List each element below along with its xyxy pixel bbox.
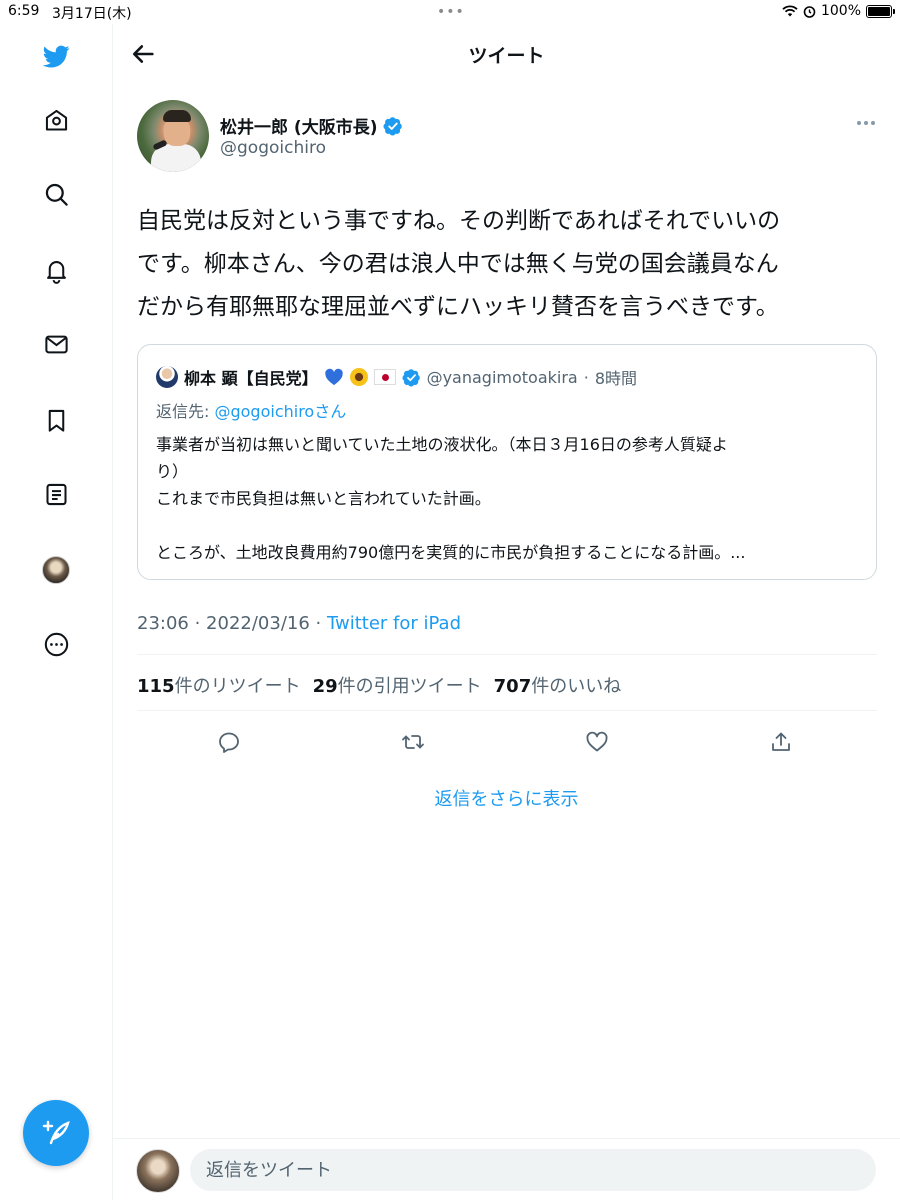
bookmark-icon[interactable] bbox=[38, 402, 74, 438]
tweet-text: 自民党は反対という事ですね。その判断であればそれでいいの です。柳本さん、今の君… bbox=[137, 200, 882, 329]
quoted-tweet-card[interactable]: 柳本 顕【自民党】 @yanagimotoakira · 8時間 返信先: @g… bbox=[137, 344, 877, 580]
retweet-count-link[interactable]: 115件のリツイート bbox=[137, 672, 301, 698]
quoted-text-line: これまで市民負担は無いと言われていた計画。 bbox=[156, 489, 491, 508]
retweet-icon bbox=[402, 735, 424, 749]
like-count-link[interactable]: 707件のいいね bbox=[494, 672, 622, 698]
like-count-label: 件のいいね bbox=[531, 676, 622, 697]
quoted-tweet-text: 事業者が当初は無いと聞いていた土地の液状化。（本日３月16日の参考人質疑よ り）… bbox=[156, 431, 856, 566]
tweet-text-line: です。柳本さん、今の君は浪人中では無く与党の国会議員なん bbox=[137, 251, 779, 277]
show-more-replies-link[interactable]: 返信をさらに表示 bbox=[113, 785, 900, 811]
status-bar: 6:59 3月17日(木) ••• 100% bbox=[0, 0, 900, 24]
tweet-time[interactable]: 23:06 bbox=[137, 613, 189, 634]
like-count: 707 bbox=[493, 676, 532, 697]
tweet-text-line: だから有耶無耶な理屈並べずにハッキリ賛否を言うべきです。 bbox=[137, 294, 779, 320]
tweet-stats: 115件のリツイート 29件の引用ツイート 707件のいいね bbox=[137, 672, 621, 698]
quoted-text-line: 事業者が当初は無いと聞いていた土地の液状化。（本日３月16日の参考人質疑よ bbox=[156, 435, 728, 454]
home-icon[interactable] bbox=[38, 102, 74, 138]
quote-count: 29 bbox=[312, 676, 338, 697]
author-display-name[interactable]: 松井一郎 (大阪市長) bbox=[220, 113, 377, 138]
reply-bar bbox=[113, 1138, 900, 1200]
tweet-actions bbox=[137, 724, 877, 760]
quote-count-label: 件の引用ツイート bbox=[337, 676, 482, 697]
retweet-count: 115 bbox=[137, 676, 175, 697]
wifi-icon bbox=[782, 5, 798, 17]
quoted-verified-badge-icon bbox=[402, 368, 421, 387]
status-date: 3月17日(木) bbox=[52, 6, 132, 22]
list-icon[interactable] bbox=[38, 476, 74, 512]
author-name-row[interactable]: 松井一郎 (大阪市長) bbox=[220, 113, 403, 138]
tweet-text-line: 自民党は反対という事ですね。その判断であればそれでいいの bbox=[137, 208, 781, 234]
quoted-reply-context: 返信先: @gogoichiroさん bbox=[156, 398, 346, 422]
twitter-logo-icon[interactable] bbox=[38, 38, 74, 74]
status-time: 6:59 bbox=[8, 3, 40, 19]
more-options-icon[interactable] bbox=[852, 114, 880, 132]
share-icon bbox=[772, 732, 790, 751]
tweet-date[interactable]: 2022/03/16 bbox=[206, 613, 310, 634]
status-right: 100% bbox=[782, 3, 895, 19]
retweet-button[interactable] bbox=[395, 724, 431, 760]
search-icon[interactable] bbox=[38, 176, 74, 212]
quoted-text-line: ところが、土地改良費用約790億円を実質的に市民が負担することになる計画。... bbox=[156, 543, 746, 562]
multitasking-dots[interactable]: ••• bbox=[437, 4, 465, 20]
battery-icon bbox=[866, 4, 895, 18]
share-button[interactable] bbox=[763, 724, 799, 760]
reply-suffix: さん bbox=[314, 402, 347, 421]
sunflower-emoji-icon bbox=[349, 368, 368, 386]
current-user-avatar bbox=[136, 1149, 180, 1193]
quoted-tweet-age: 8時間 bbox=[594, 369, 638, 388]
header: ツイート bbox=[113, 24, 900, 82]
retweet-count-label: 件のリツイート bbox=[174, 676, 301, 697]
reply-icon bbox=[219, 732, 239, 753]
divider bbox=[137, 654, 877, 655]
quoted-separator: · bbox=[583, 367, 589, 387]
verified-badge-icon bbox=[383, 116, 403, 136]
reply-input[interactable] bbox=[190, 1149, 876, 1191]
quoted-text-line bbox=[156, 512, 856, 539]
compose-button[interactable] bbox=[23, 1100, 89, 1166]
japan-flag-emoji-icon bbox=[373, 369, 396, 385]
reply-button[interactable] bbox=[211, 724, 247, 760]
bell-icon[interactable] bbox=[38, 252, 74, 288]
heart-icon bbox=[586, 731, 608, 752]
battery-percent: 100% bbox=[820, 3, 861, 19]
tweet-timestamp: 23:06 · 2022/03/16 · Twitter for iPad bbox=[137, 613, 461, 634]
author-avatar[interactable] bbox=[137, 100, 209, 172]
reply-to-handle-link[interactable]: @gogoichiro bbox=[214, 402, 314, 421]
sidebar bbox=[0, 24, 113, 1200]
page-title: ツイート bbox=[468, 45, 545, 67]
quote-count-link[interactable]: 29件の引用ツイート bbox=[313, 672, 482, 698]
more-circle-icon[interactable] bbox=[38, 626, 74, 662]
alarm-icon bbox=[803, 5, 816, 18]
compose-icon bbox=[42, 1120, 70, 1145]
like-button[interactable] bbox=[579, 724, 615, 760]
quoted-author-avatar bbox=[156, 366, 178, 388]
avatar[interactable] bbox=[42, 556, 70, 584]
mail-icon[interactable] bbox=[38, 326, 74, 362]
reply-prefix: 返信先: bbox=[156, 402, 215, 421]
tweet-source-link[interactable]: Twitter for iPad bbox=[327, 613, 461, 634]
quoted-author-handle: @yanagimotoakira bbox=[426, 367, 578, 387]
author-handle[interactable]: @gogoichiro bbox=[220, 138, 326, 158]
quoted-tweet-header: 柳本 顕【自民党】 @yanagimotoakira · 8時間 bbox=[156, 365, 637, 389]
divider bbox=[137, 710, 877, 711]
blue-heart-emoji-icon bbox=[324, 368, 343, 386]
quoted-author-name: 柳本 顕【自民党】 bbox=[184, 369, 318, 388]
quoted-text-line: り） bbox=[156, 462, 189, 481]
